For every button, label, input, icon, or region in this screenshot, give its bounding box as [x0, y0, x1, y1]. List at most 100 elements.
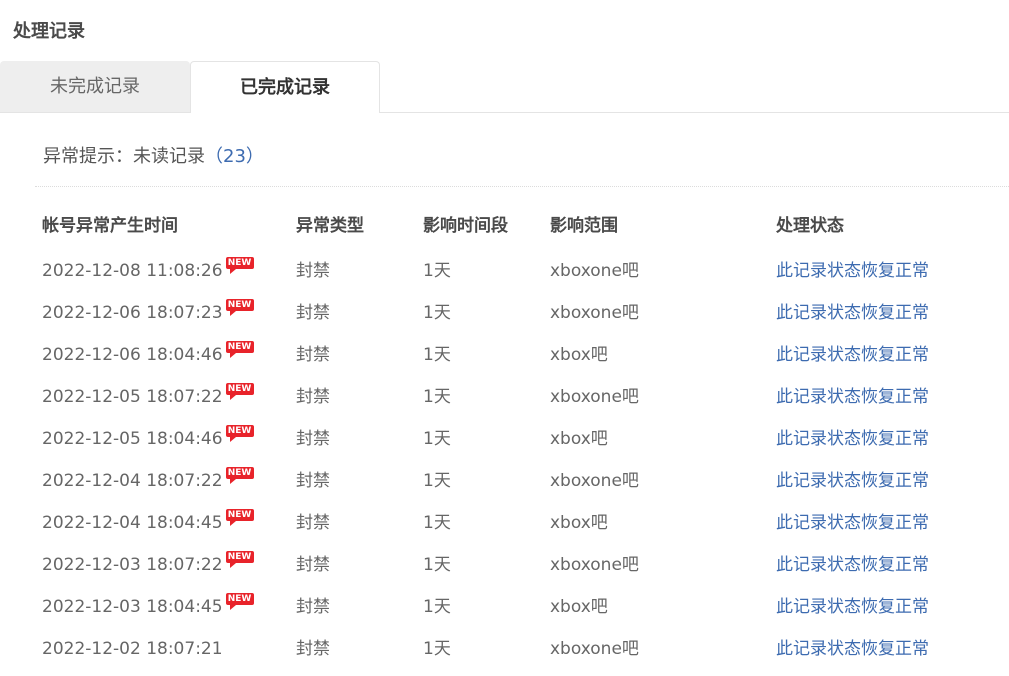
cell-time: 2022-12-06 18:04:46 NEW	[42, 334, 254, 376]
section-title: 处理记录	[13, 21, 85, 42]
time-text: 2022-12-08 11:08:26	[42, 261, 223, 281]
cell-type: 封禁	[296, 597, 330, 617]
new-badge-label: NEW	[225, 551, 254, 563]
header-duration: 影响时间段	[423, 216, 508, 236]
table-row: 2022-12-05 18:07:22 NEW 封禁 1天 xboxone吧 此记录状态恢…	[0, 373, 1009, 415]
records-table: 帐号异常产生时间 异常类型 影响时间段 影响范围 处理状态 2022-12-08…	[0, 205, 1009, 667]
cell-scope: xboxone吧	[550, 639, 639, 659]
cell-scope: xboxone吧	[550, 261, 639, 281]
status-link[interactable]: 此记录状态恢复正常	[776, 334, 929, 376]
time-text: 2022-12-06 18:07:23	[42, 303, 223, 323]
status-link[interactable]: 此记录状态恢复正常	[776, 502, 929, 544]
status-link[interactable]: 此记录状态恢复正常	[776, 250, 929, 292]
new-badge-label: NEW	[225, 509, 254, 521]
time-text: 2022-12-02 18:07:21	[42, 639, 223, 659]
table-row: 2022-12-02 18:07:21 封禁 1天 xboxone吧 此记录状态恢复正常	[0, 625, 1009, 667]
new-badge-label: NEW	[225, 257, 254, 269]
new-badge-label: NEW	[225, 593, 254, 605]
new-badge-icon: NEW	[225, 509, 254, 526]
cell-type: 封禁	[296, 639, 330, 659]
cell-duration: 1天	[423, 555, 451, 575]
time-text: 2022-12-05 18:04:46	[42, 429, 223, 449]
new-badge-tail	[229, 269, 236, 274]
cell-type: 封禁	[296, 429, 330, 449]
tab-incomplete-records[interactable]: 未完成记录	[0, 61, 190, 112]
cell-duration: 1天	[423, 303, 451, 323]
new-badge-tail	[229, 521, 236, 526]
cell-time: 2022-12-04 18:07:22 NEW	[42, 460, 254, 502]
cell-scope: xboxone吧	[550, 555, 639, 575]
time-text: 2022-12-04 18:04:45	[42, 513, 223, 533]
cell-type: 封禁	[296, 513, 330, 533]
new-badge-tail	[229, 395, 236, 400]
new-badge-icon: NEW	[225, 383, 254, 400]
time-text: 2022-12-03 18:04:45	[42, 597, 223, 617]
cell-scope: xbox吧	[550, 513, 608, 533]
hint-label: 异常提示：未读记录	[43, 146, 205, 167]
cell-scope: xboxone吧	[550, 387, 639, 407]
header-type: 异常类型	[296, 216, 364, 236]
new-badge-tail	[229, 563, 236, 568]
new-badge-icon: NEW	[225, 341, 254, 358]
cell-time: 2022-12-02 18:07:21	[42, 628, 223, 670]
cell-type: 封禁	[296, 345, 330, 365]
tab-bar: 未完成记录 已完成记录	[0, 61, 1009, 113]
new-badge-icon: NEW	[225, 593, 254, 610]
header-time: 帐号异常产生时间	[42, 216, 178, 236]
new-badge-label: NEW	[225, 383, 254, 395]
cell-type: 封禁	[296, 387, 330, 407]
cell-type: 封禁	[296, 471, 330, 491]
tab-completed-records[interactable]: 已完成记录	[190, 61, 380, 113]
new-badge-icon: NEW	[225, 425, 254, 442]
status-link[interactable]: 此记录状态恢复正常	[776, 544, 929, 586]
status-link[interactable]: 此记录状态恢复正常	[776, 376, 929, 418]
cell-time: 2022-12-04 18:04:45 NEW	[42, 502, 254, 544]
cell-scope: xbox吧	[550, 597, 608, 617]
status-link[interactable]: 此记录状态恢复正常	[776, 586, 929, 628]
cell-time: 2022-12-03 18:07:22 NEW	[42, 544, 254, 586]
cell-duration: 1天	[423, 597, 451, 617]
new-badge-icon: NEW	[225, 551, 254, 568]
cell-type: 封禁	[296, 303, 330, 323]
records-page: 处理记录 未完成记录 已完成记录 异常提示：未读记录（23） 帐号异常产生时间 …	[0, 0, 1009, 676]
table-row: 2022-12-03 18:07:22 NEW 封禁 1天 xboxone吧 此记录状态恢…	[0, 541, 1009, 583]
new-badge-label: NEW	[225, 299, 254, 311]
new-badge-tail	[229, 437, 236, 442]
new-badge-label: NEW	[225, 467, 254, 479]
time-text: 2022-12-04 18:07:22	[42, 471, 223, 491]
table-row: 2022-12-08 11:08:26 NEW 封禁 1天 xboxone吧 此记录状态恢…	[0, 247, 1009, 289]
header-status: 处理状态	[776, 216, 844, 236]
cell-duration: 1天	[423, 471, 451, 491]
cell-time: 2022-12-03 18:04:45 NEW	[42, 586, 254, 628]
status-link[interactable]: 此记录状态恢复正常	[776, 418, 929, 460]
cell-scope: xboxone吧	[550, 471, 639, 491]
time-text: 2022-12-05 18:07:22	[42, 387, 223, 407]
status-link[interactable]: 此记录状态恢复正常	[776, 292, 929, 334]
table-body: 2022-12-08 11:08:26 NEW 封禁 1天 xboxone吧 此记录状态恢…	[0, 247, 1009, 667]
cell-duration: 1天	[423, 261, 451, 281]
cell-time: 2022-12-05 18:07:22 NEW	[42, 376, 254, 418]
anomaly-hint: 异常提示：未读记录（23）	[43, 144, 264, 170]
new-badge-icon: NEW	[225, 257, 254, 274]
cell-duration: 1天	[423, 345, 451, 365]
status-link[interactable]: 此记录状态恢复正常	[776, 460, 929, 502]
unread-count: （23）	[205, 146, 264, 167]
table-row: 2022-12-06 18:07:23 NEW 封禁 1天 xboxone吧 此记录状态恢…	[0, 289, 1009, 331]
new-badge-tail	[229, 605, 236, 610]
cell-time: 2022-12-05 18:04:46 NEW	[42, 418, 254, 460]
divider	[35, 186, 1009, 187]
new-badge-icon: NEW	[225, 467, 254, 484]
table-row: 2022-12-03 18:04:45 NEW 封禁 1天 xbox吧 此记录状态恢复正常	[0, 583, 1009, 625]
cell-time: 2022-12-08 11:08:26 NEW	[42, 250, 254, 292]
new-badge-label: NEW	[225, 425, 254, 437]
cell-duration: 1天	[423, 513, 451, 533]
status-link[interactable]: 此记录状态恢复正常	[776, 628, 929, 670]
time-text: 2022-12-06 18:04:46	[42, 345, 223, 365]
new-badge-tail	[229, 353, 236, 358]
table-row: 2022-12-04 18:07:22 NEW 封禁 1天 xboxone吧 此记录状态恢…	[0, 457, 1009, 499]
new-badge-tail	[229, 479, 236, 484]
cell-scope: xbox吧	[550, 429, 608, 449]
new-badge-tail	[229, 311, 236, 316]
cell-duration: 1天	[423, 429, 451, 449]
cell-scope: xbox吧	[550, 345, 608, 365]
